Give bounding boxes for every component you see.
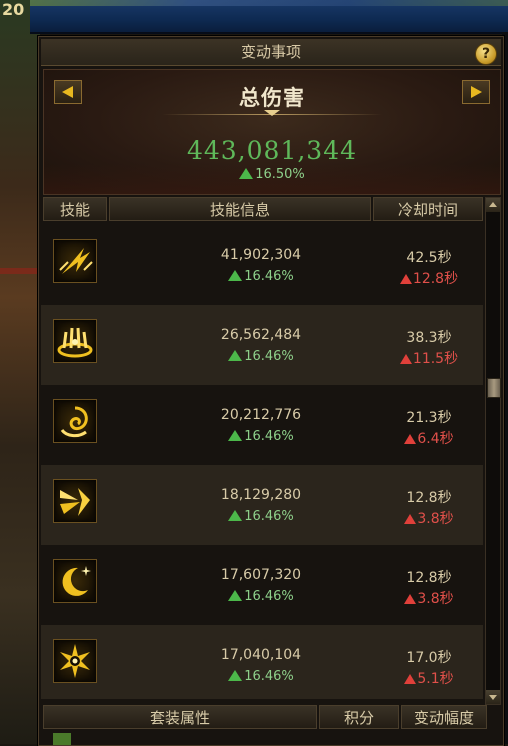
header-set-attributes[interactable]: 套装属性 — [43, 705, 317, 729]
skill-cooldown-change: 5.1秒 — [381, 668, 477, 688]
skill-damage-change: 16.46% — [171, 669, 351, 684]
scroll-down-button[interactable] — [486, 690, 500, 704]
background-scene: 20 — [0, 0, 40, 744]
skill-cooldown: 42.5秒 — [406, 250, 452, 266]
skill-damage-change: 16.46% — [171, 589, 351, 604]
vortex-skill-icon[interactable] — [53, 399, 97, 443]
skill-cooldown-change: 3.8秒 — [381, 588, 477, 608]
scroll-thumb[interactable] — [487, 378, 501, 398]
skill-cooldown: 21.3秒 — [406, 410, 452, 426]
increase-arrow-icon — [399, 354, 412, 364]
chevron-up-icon — [489, 202, 497, 207]
skill-row[interactable]: 20,212,776 16.46% 21.3秒 6.4秒 — [41, 385, 483, 465]
skill-list: 41,902,304 16.46% 42.5秒 12.8秒 26,562,484… — [41, 223, 483, 699]
set-item-icon — [53, 733, 71, 745]
increase-arrow-icon — [404, 434, 417, 444]
divider-marker-icon — [264, 110, 280, 116]
total-damage-summary: 总伤害 443,081,344 16.50% — [43, 69, 501, 195]
total-damage-value: 443,081,344 — [186, 136, 358, 165]
skill-cooldown-change: 11.5秒 — [381, 348, 477, 368]
skill-damage: 17,040,104 — [220, 647, 302, 663]
slash-skill-icon[interactable] — [53, 239, 97, 283]
skill-damage-change: 16.46% — [171, 429, 351, 444]
background-banner — [0, 268, 40, 274]
skill-row[interactable]: 41,902,304 16.46% 42.5秒 12.8秒 — [41, 225, 483, 305]
skill-cooldown-change: 3.8秒 — [381, 508, 477, 528]
skill-cooldown: 38.3秒 — [406, 330, 452, 346]
header-change-range[interactable]: 变动幅度 — [401, 705, 487, 729]
skill-list-scrollbar[interactable] — [485, 197, 501, 705]
help-icon[interactable]: ? — [475, 43, 497, 65]
skill-row[interactable]: 18,129,280 16.46% 12.8秒 3.8秒 — [41, 465, 483, 545]
corner-number: 20 — [2, 0, 25, 19]
scroll-up-button[interactable] — [486, 198, 500, 212]
panel-title-bar: 变动事项 ? — [41, 39, 501, 66]
skill-cooldown-change: 12.8秒 — [381, 268, 477, 288]
header-points[interactable]: 积分 — [319, 705, 399, 729]
summary-title: 总伤害 — [239, 86, 305, 110]
increase-arrow-icon — [228, 510, 243, 521]
skill-damage: 41,902,304 — [220, 247, 302, 263]
panel-title: 变动事项 — [240, 43, 301, 61]
set-attributes-header: 套装属性 积分 变动幅度 — [43, 705, 487, 729]
increase-arrow-icon — [228, 670, 243, 681]
total-damage-change-value: 16.50% — [255, 167, 305, 182]
skill-cooldown: 12.8秒 — [406, 490, 452, 506]
chevron-down-icon — [489, 695, 497, 700]
skill-damage: 26,562,484 — [220, 327, 302, 343]
total-damage-change: 16.50% — [44, 167, 500, 182]
skill-row[interactable]: 17,607,320 16.46% 12.8秒 3.8秒 — [41, 545, 483, 625]
skill-damage-change: 16.46% — [171, 509, 351, 524]
increase-arrow-icon — [399, 274, 412, 284]
radiant-cross-skill-icon[interactable] — [53, 639, 97, 683]
set-attribute-row-partial — [43, 731, 499, 745]
skill-damage: 17,607,320 — [220, 567, 302, 583]
increase-arrow-icon — [404, 594, 417, 604]
header-skill-info[interactable]: 技能信息 — [109, 197, 371, 221]
dash-strike-skill-icon[interactable] — [53, 479, 97, 523]
increase-arrow-icon — [239, 168, 254, 179]
skill-row[interactable]: 17,040,104 16.46% 17.0秒 5.1秒 — [41, 625, 483, 699]
skill-cooldown: 12.8秒 — [406, 570, 452, 586]
skill-damage-change: 16.46% — [171, 349, 351, 364]
increase-arrow-icon — [228, 430, 243, 441]
increase-arrow-icon — [228, 590, 243, 601]
skill-cooldown-change: 6.4秒 — [381, 428, 477, 448]
increase-arrow-icon — [404, 674, 417, 684]
skill-row[interactable]: 26,562,484 16.46% 38.3秒 11.5秒 — [41, 305, 483, 385]
crescent-moon-skill-icon[interactable] — [53, 559, 97, 603]
skill-damage: 18,129,280 — [220, 487, 302, 503]
increase-arrow-icon — [404, 514, 417, 524]
increase-arrow-icon — [228, 270, 243, 281]
change-items-panel: 变动事项 ? 总伤害 443,081,344 16.50% 技能 技能信息 冷却… — [38, 36, 504, 746]
skill-table-header: 技能 技能信息 冷却时间 — [43, 197, 483, 221]
skill-damage: 20,212,776 — [220, 407, 302, 423]
header-cooldown[interactable]: 冷却时间 — [373, 197, 483, 221]
skill-damage-change: 16.46% — [171, 269, 351, 284]
top-window-bar — [30, 0, 508, 34]
increase-arrow-icon — [228, 350, 243, 361]
crown-burst-skill-icon[interactable] — [53, 319, 97, 363]
header-skill[interactable]: 技能 — [43, 197, 107, 221]
skill-cooldown: 17.0秒 — [406, 650, 452, 666]
